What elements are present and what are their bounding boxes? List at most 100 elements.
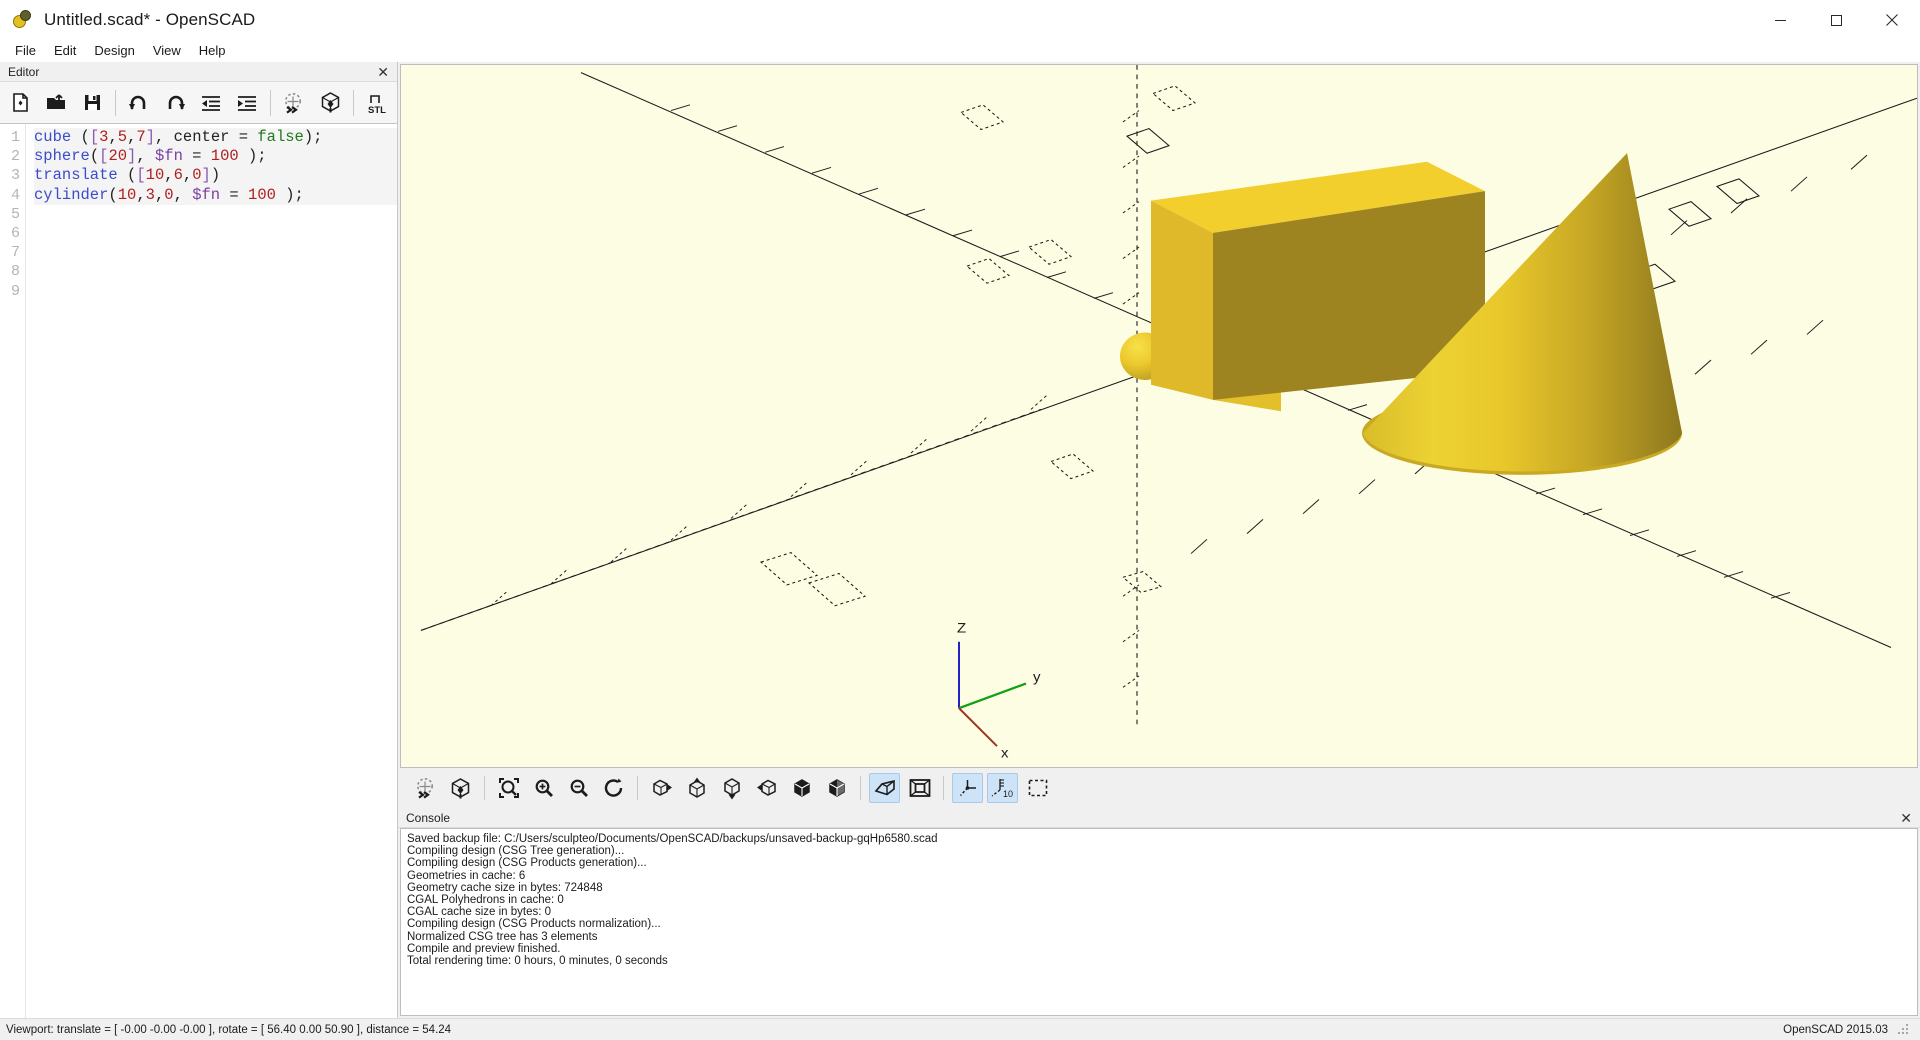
export-stl-button[interactable]: STL <box>360 86 394 120</box>
code-line-empty[interactable] <box>34 262 397 281</box>
console-line: CGAL Polyhedrons in cache: 0 <box>407 894 564 907</box>
code-line[interactable]: sphere([20], $fn = 100 ); <box>34 147 397 167</box>
view-back-button[interactable] <box>821 773 852 803</box>
line-number: 2 <box>10 148 20 166</box>
console-dock-header: Console ✕ <box>398 808 1920 828</box>
code-token: ( <box>117 166 137 185</box>
code-line-empty[interactable] <box>34 224 397 243</box>
undo-button[interactable] <box>122 86 156 120</box>
reset-view-button[interactable] <box>598 773 629 803</box>
console-line: Compiling design (CSG Products normaliza… <box>407 918 661 931</box>
menu-edit[interactable]: Edit <box>45 41 85 61</box>
editor-dock: Editor ✕ STL 1 2 3 4 5 6 7 8 9 cube ([3,… <box>0 62 398 1018</box>
console-line: CGAL cache size in bytes: 0 <box>407 906 552 919</box>
neg-y-ticks <box>490 394 1048 607</box>
view-bottom-button[interactable] <box>716 773 747 803</box>
code-token: ] <box>201 166 211 185</box>
code-token: ) <box>303 128 314 146</box>
code-line[interactable]: translate ([10,6,0]) <box>34 166 397 186</box>
version-label: OpenSCAD 2015.03 <box>1783 1023 1888 1036</box>
origin-axis-indicator: Z y x <box>957 621 1041 762</box>
menu-file[interactable]: File <box>6 41 45 61</box>
close-icon[interactable] <box>1864 0 1920 40</box>
orthogonal-button[interactable] <box>904 773 935 803</box>
code-token: ( <box>108 185 118 204</box>
code-token: 100 <box>248 185 276 204</box>
indent-button[interactable] <box>230 86 264 120</box>
viewport-scene: Z y x <box>420 65 1917 762</box>
code-token: , <box>136 185 146 204</box>
view-front-button[interactable] <box>786 773 817 803</box>
console-output[interactable]: Saved backup file: C:/Users/sculpteo/Doc… <box>400 828 1918 1016</box>
code-token: 6 <box>173 166 183 185</box>
code-token: sphere <box>34 147 90 166</box>
editor-dock-header: Editor ✕ <box>0 62 397 82</box>
code-token: ] <box>145 128 156 146</box>
window-controls <box>1752 0 1920 40</box>
code-token: 7 <box>136 128 146 146</box>
zoom-in-button[interactable] <box>528 773 559 803</box>
preview-button[interactable] <box>277 86 311 120</box>
console-line: Total rendering time: 0 hours, 0 minutes… <box>407 955 668 968</box>
console-line: Compiling design (CSG Tree generation)..… <box>407 845 625 858</box>
code-line-empty[interactable] <box>34 282 397 301</box>
code-token: , <box>164 166 174 185</box>
console-line: Geometries in cache: 6 <box>407 869 526 882</box>
code-token: $fn <box>192 185 221 204</box>
toolbar-separator <box>637 776 638 800</box>
code-token: 10 <box>117 185 137 204</box>
unindent-button[interactable] <box>194 86 228 120</box>
code-token: ); <box>238 147 267 166</box>
view-right-button[interactable] <box>646 773 677 803</box>
editor-close-icon[interactable]: ✕ <box>377 65 389 79</box>
show-axes-button[interactable] <box>952 773 983 803</box>
minimize-icon[interactable] <box>1752 0 1808 40</box>
view-top-button[interactable] <box>681 773 712 803</box>
console-dock-title: Console <box>406 810 451 825</box>
perspective-button[interactable] <box>869 773 900 803</box>
code-line[interactable]: cube ([3,5,7], center = false); <box>34 128 397 148</box>
zoom-out-button[interactable] <box>563 773 594 803</box>
line-number: 6 <box>10 224 20 242</box>
z-axis-label: Z <box>957 621 966 637</box>
code-line-empty[interactable] <box>34 205 397 224</box>
code-content[interactable]: cube ([3,5,7], center = false); sphere([2… <box>26 124 397 1018</box>
code-token: 10 <box>145 166 165 185</box>
render-button[interactable] <box>445 773 476 803</box>
resize-grip[interactable] <box>1898 1023 1910 1036</box>
view-left-button[interactable] <box>751 773 782 803</box>
viewport-container: Z y x <box>400 64 1918 768</box>
right-column: Z y x 10 Console ✕ Saved backup file: C:… <box>398 62 1920 1018</box>
open-file-button[interactable] <box>39 86 73 120</box>
code-token: false <box>257 128 304 146</box>
line-number: 3 <box>10 167 20 185</box>
menu-help[interactable]: Help <box>190 41 235 61</box>
console-close-icon[interactable]: ✕ <box>1900 811 1912 825</box>
show-crosshairs-button[interactable] <box>1022 773 1053 803</box>
code-token: , <box>182 166 193 185</box>
code-line-empty[interactable] <box>34 243 397 262</box>
line-number: 9 <box>10 282 20 300</box>
new-file-button[interactable] <box>3 86 37 120</box>
3d-viewport[interactable]: Z y x <box>401 65 1917 767</box>
code-token: , <box>154 185 165 204</box>
maximize-icon[interactable] <box>1808 0 1864 40</box>
redo-button[interactable] <box>158 86 192 120</box>
code-token: 3 <box>145 185 155 204</box>
code-token: [ <box>136 166 146 185</box>
menu-design[interactable]: Design <box>85 41 143 61</box>
code-token: cylinder <box>34 185 109 204</box>
save-file-button[interactable] <box>75 86 109 120</box>
code-line[interactable]: cylinder(10,3,0, $fn = 100 ); <box>34 185 397 205</box>
window-title: Untitled.scad* - OpenSCAD <box>44 10 256 29</box>
preview-button[interactable] <box>410 773 441 803</box>
code-token: = <box>182 147 211 166</box>
zoom-all-button[interactable] <box>493 773 524 803</box>
code-token: ( <box>89 147 100 166</box>
console-line: Normalized CSG tree has 3 elements <box>407 930 598 943</box>
menu-view[interactable]: View <box>144 41 190 61</box>
code-token: 20 <box>108 147 128 166</box>
code-editor[interactable]: 123456789 cube ([3,5,7], center = false)… <box>0 124 397 1018</box>
show-scale-markers-button[interactable]: 10 <box>987 773 1018 803</box>
render-button[interactable] <box>313 86 347 120</box>
